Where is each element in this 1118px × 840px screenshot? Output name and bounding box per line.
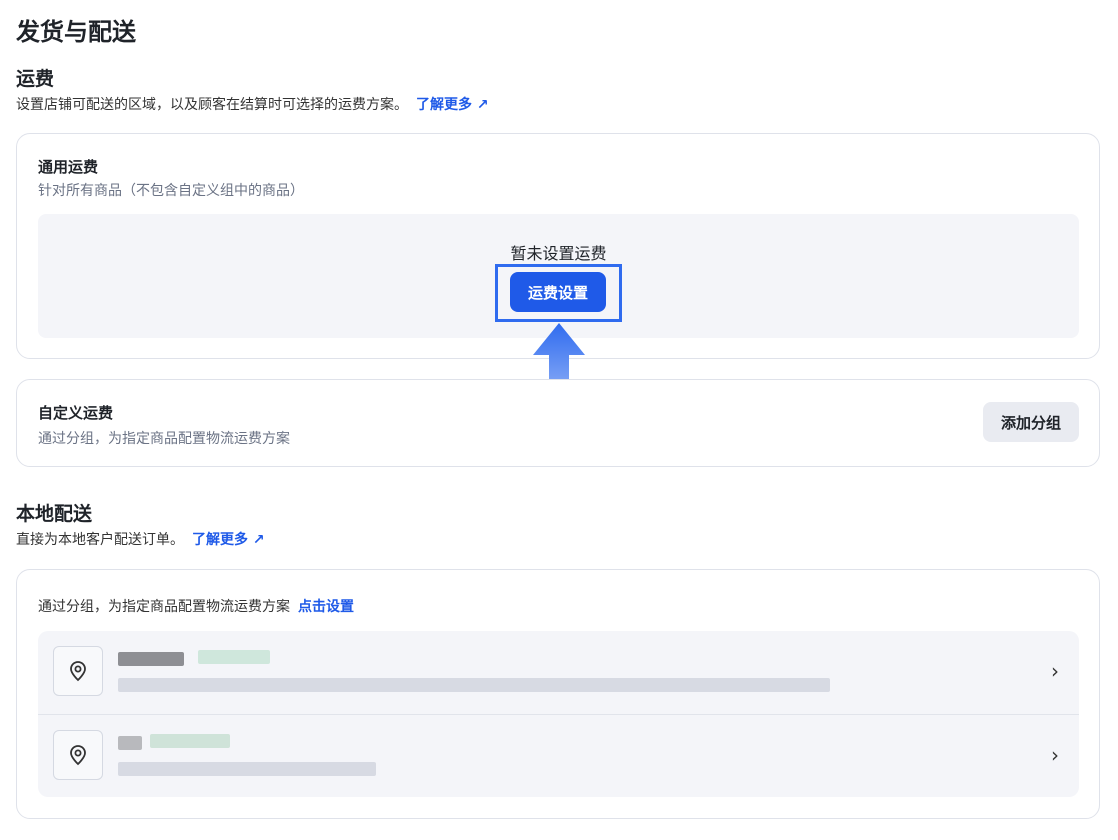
chevron-right-icon[interactable]: ›: [1051, 743, 1059, 767]
custom-shipping-card: 自定义运费 通过分组，为指定商品配置物流运费方案 添加分组: [16, 379, 1100, 467]
location-pin-icon: [53, 730, 103, 780]
custom-shipping-description: 通过分组，为指定商品配置物流运费方案: [38, 431, 290, 447]
add-group-button[interactable]: 添加分组: [983, 402, 1079, 442]
redacted-tag: [150, 734, 230, 748]
shipping-section-title: 运费: [16, 68, 55, 90]
redacted-address: [118, 678, 830, 692]
local-description-text: 直接为本地客户配送订单。: [16, 532, 184, 548]
redacted-name: [118, 736, 142, 750]
location-item[interactable]: ›: [38, 631, 1079, 714]
chevron-right-icon[interactable]: ›: [1051, 659, 1059, 683]
shipping-setup-button[interactable]: 运费设置: [510, 272, 606, 312]
page-title: 发货与配送: [16, 18, 136, 46]
local-delivery-card: 通过分组，为指定商品配置物流运费方案 点击设置 › ›: [16, 569, 1100, 819]
redacted-tag: [198, 650, 270, 664]
shipping-learn-more-link[interactable]: 了解更多 ↗: [416, 97, 489, 113]
custom-shipping-title: 自定义运费: [38, 404, 114, 422]
redacted-address: [118, 762, 376, 776]
empty-state-text: 暂未设置运费: [510, 244, 607, 263]
local-learn-more-link[interactable]: 了解更多 ↗: [192, 532, 265, 548]
local-card-text: 通过分组，为指定商品配置物流运费方案 点击设置: [38, 596, 354, 616]
location-item[interactable]: ›: [38, 714, 1079, 797]
local-description: 直接为本地客户配送订单。 了解更多 ↗: [16, 529, 265, 549]
redacted-name: [118, 652, 184, 666]
general-shipping-description: 针对所有商品（不包含自定义组中的商品）: [38, 183, 304, 199]
shipping-description-text: 设置店铺可配送的区域，以及顾客在结算时可选择的运费方案。: [16, 97, 408, 113]
location-pin-icon: [53, 646, 103, 696]
local-section-title: 本地配送: [16, 503, 93, 525]
location-list: › ›: [38, 631, 1079, 797]
local-card-text-label: 通过分组，为指定商品配置物流运费方案: [38, 599, 290, 615]
shipping-description: 设置店铺可配送的区域，以及顾客在结算时可选择的运费方案。 了解更多 ↗: [16, 94, 489, 114]
general-shipping-title: 通用运费: [38, 158, 99, 176]
click-setup-link[interactable]: 点击设置: [298, 599, 354, 615]
